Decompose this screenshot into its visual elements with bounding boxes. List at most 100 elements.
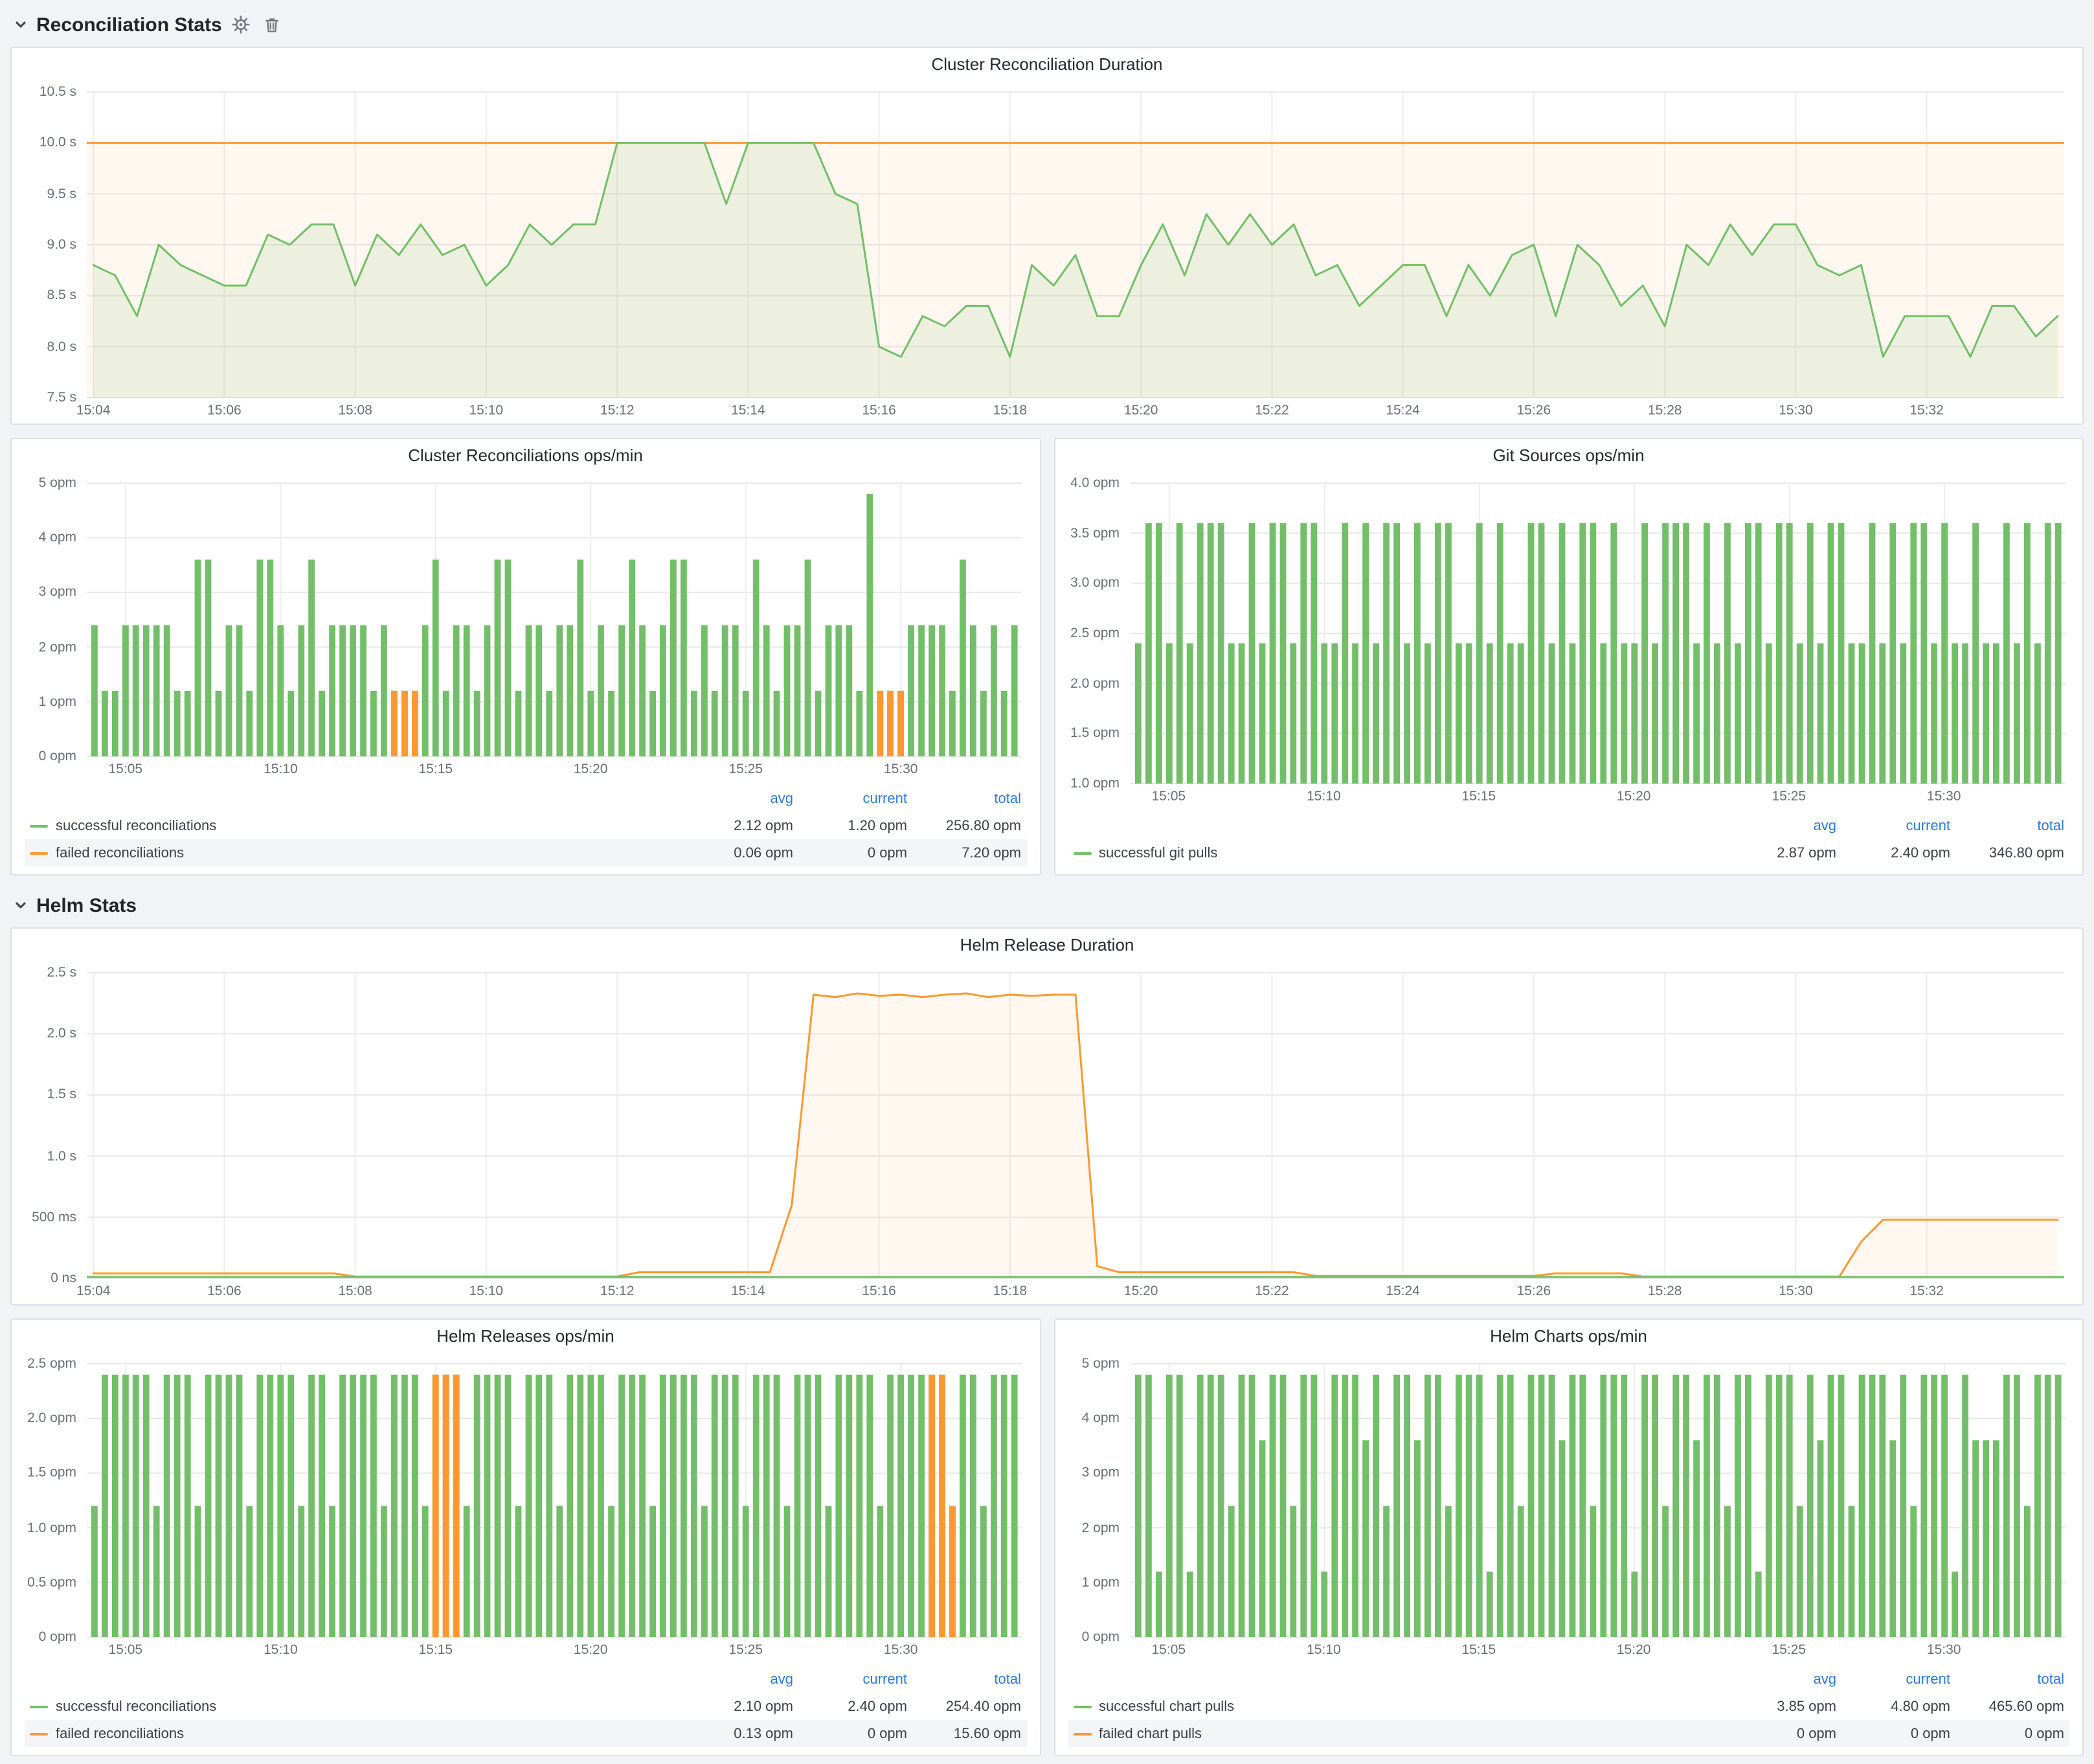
legend-column-current[interactable]: current xyxy=(1836,1671,1950,1687)
dashboard-page: Reconciliation Stats Cluster Reconciliat… xyxy=(0,0,2094,1764)
legend-row: successful reconciliations2.12 opm1.20 o… xyxy=(25,812,1026,839)
series-color-dash xyxy=(1073,1705,1091,1708)
y-axis-tick-label: 4 opm xyxy=(1060,1410,1120,1426)
panel-title-helm-release-duration[interactable]: Helm Release Duration xyxy=(12,929,2082,962)
legend-column-current[interactable]: current xyxy=(793,1671,907,1687)
y-axis-tick-label: 0 opm xyxy=(17,749,76,764)
x-axis-tick-label: 15:20 xyxy=(559,762,622,777)
panel-title-helm-releases-opm[interactable]: Helm Releases ops/min xyxy=(12,1320,1039,1353)
x-axis-tick-label: 15:15 xyxy=(1448,1642,1510,1658)
chart-canvas[interactable] xyxy=(1060,473,2078,809)
panel-title-helm-charts-opm[interactable]: Helm Charts ops/min xyxy=(1055,1320,2082,1353)
x-axis-tick-label: 15:06 xyxy=(193,403,255,418)
legend-stat-value: 2.40 opm xyxy=(793,1699,907,1714)
x-axis-tick-label: 15:30 xyxy=(1913,789,1975,804)
legend-column-total[interactable]: total xyxy=(907,1671,1021,1687)
legend-column-total[interactable]: total xyxy=(1950,818,2064,833)
chevron-down-icon[interactable] xyxy=(13,898,28,913)
legend-series-label[interactable]: successful reconciliations xyxy=(30,818,679,833)
chart-helm-charts-opm[interactable]: 0 opm1 opm2 opm3 opm4 opm5 opm15:0515:10… xyxy=(1060,1353,2077,1663)
x-axis-tick-label: 15:26 xyxy=(1503,1283,1565,1299)
x-axis-tick-label: 15:26 xyxy=(1503,403,1565,418)
x-axis-tick-label: 15:08 xyxy=(324,1283,387,1299)
legend-series-label[interactable]: successful chart pulls xyxy=(1073,1699,1722,1714)
legend-series-label[interactable]: failed reconciliations xyxy=(30,1726,679,1741)
chart-canvas[interactable] xyxy=(1060,1353,2078,1663)
legend-stat-value: 15.60 opm xyxy=(907,1726,1021,1741)
legend-column-avg[interactable]: avg xyxy=(679,791,793,806)
x-axis-tick-label: 15:28 xyxy=(1634,1283,1696,1299)
x-axis-tick-label: 15:04 xyxy=(62,1283,124,1299)
x-axis-tick-label: 15:06 xyxy=(193,1283,255,1299)
chart-canvas[interactable] xyxy=(17,962,2077,1304)
legend-row: successful reconciliations2.10 opm2.40 o… xyxy=(25,1693,1026,1720)
panel-cluster-reconciliation-duration: Cluster Reconciliation Duration 7.5 s8.0… xyxy=(10,47,2084,425)
section-title: Reconciliation Stats xyxy=(36,14,222,36)
legend-stat-value: 7.20 opm xyxy=(907,845,1021,861)
x-axis-tick-label: 15:05 xyxy=(95,762,157,777)
chevron-down-icon[interactable] xyxy=(13,17,28,32)
legend-series-label[interactable]: failed chart pulls xyxy=(1073,1726,1722,1741)
y-axis-tick-label: 1.0 opm xyxy=(17,1520,76,1535)
panel-title-cluster-reconciliation-duration[interactable]: Cluster Reconciliation Duration xyxy=(12,48,2082,82)
x-axis-tick-label: 15:20 xyxy=(1603,789,1665,804)
chart-canvas[interactable] xyxy=(17,473,1035,782)
y-axis-tick-label: 2 opm xyxy=(1060,1520,1120,1535)
x-axis-tick-label: 15:24 xyxy=(1372,1283,1434,1299)
x-axis-tick-label: 15:05 xyxy=(1138,789,1200,804)
legend-series-label[interactable]: failed reconciliations xyxy=(30,845,679,861)
y-axis-tick-label: 1 opm xyxy=(1060,1575,1120,1590)
x-axis-tick-label: 15:30 xyxy=(1913,1642,1975,1658)
legend-row: successful chart pulls3.85 opm4.80 opm46… xyxy=(1068,1693,2069,1720)
legend-git-sources: avgcurrenttotal successful git pulls2.87 … xyxy=(1055,809,2082,874)
chart-helm-release-duration[interactable]: 0 ns500 ms1.0 s1.5 s2.0 s2.5 s15:0415:06… xyxy=(17,962,2077,1304)
legend-column-total[interactable]: total xyxy=(1950,1671,2064,1687)
y-axis-tick-label: 2 opm xyxy=(17,639,76,655)
chart-cluster-reconciliation-duration[interactable]: 7.5 s8.0 s8.5 s9.0 s9.5 s10.0 s10.5 s15:… xyxy=(17,82,2077,424)
y-axis-tick-label: 8.0 s xyxy=(17,339,76,354)
legend-column-current[interactable]: current xyxy=(1836,818,1950,833)
gear-icon[interactable] xyxy=(230,13,253,36)
x-axis-tick-label: 15:05 xyxy=(95,1642,157,1658)
y-axis-tick-label: 5 opm xyxy=(1060,1356,1120,1372)
x-axis-tick-label: 15:22 xyxy=(1241,403,1303,418)
panel-title-git-sources-opm[interactable]: Git Sources ops/min xyxy=(1055,439,2082,473)
chart-canvas[interactable] xyxy=(17,1353,1035,1663)
legend-column-avg[interactable]: avg xyxy=(1722,818,1836,833)
legend-series-label[interactable]: successful reconciliations xyxy=(30,1699,679,1714)
legend-column-total[interactable]: total xyxy=(907,791,1021,806)
y-axis-tick-label: 9.5 s xyxy=(17,186,76,201)
legend-stat-value: 2.87 opm xyxy=(1722,845,1836,861)
legend-stat-value: 0 opm xyxy=(793,845,907,861)
panel-title-cluster-reconciliations-opm[interactable]: Cluster Reconciliations ops/min xyxy=(12,439,1039,473)
y-axis-tick-label: 0 opm xyxy=(17,1629,76,1645)
panel-cluster-reconciliations-opm: Cluster Reconciliations ops/min 0 opm1 o… xyxy=(10,438,1041,876)
y-axis-tick-label: 2.5 opm xyxy=(17,1356,76,1372)
series-color-dash xyxy=(30,1732,48,1735)
y-axis-tick-label: 4 opm xyxy=(17,530,76,545)
x-axis-tick-label: 15:12 xyxy=(586,1283,648,1299)
legend-series-label[interactable]: successful git pulls xyxy=(1073,845,1722,861)
series-color-dash xyxy=(30,1705,48,1708)
y-axis-tick-label: 0 opm xyxy=(1060,1629,1120,1645)
legend-column-current[interactable]: current xyxy=(793,791,907,806)
y-axis-tick-label: 500 ms xyxy=(17,1210,76,1225)
legend-column-avg[interactable]: avg xyxy=(1722,1671,1836,1687)
chart-cluster-reconciliations-opm[interactable]: 0 opm1 opm2 opm3 opm4 opm5 opm15:0515:10… xyxy=(17,473,1034,782)
panel-git-sources-opm: Git Sources ops/min 1.0 opm1.5 opm2.0 op… xyxy=(1053,438,2084,876)
x-axis-tick-label: 15:30 xyxy=(870,762,932,777)
section-header-helm-stats[interactable]: Helm Stats xyxy=(13,888,2084,922)
y-axis-tick-label: 1.5 s xyxy=(17,1087,76,1103)
chart-canvas[interactable] xyxy=(17,82,2077,424)
y-axis-tick-label: 3.0 opm xyxy=(1060,576,1120,591)
legend-header-row: avgcurrenttotal xyxy=(1068,812,2069,839)
chart-helm-releases-opm[interactable]: 0 opm0.5 opm1.0 opm1.5 opm2.0 opm2.5 opm… xyxy=(17,1353,1034,1663)
legend-column-avg[interactable]: avg xyxy=(679,1671,793,1687)
chart-git-sources-opm[interactable]: 1.0 opm1.5 opm2.0 opm2.5 opm3.0 opm3.5 o… xyxy=(1060,473,2077,809)
section-header-reconciliation-stats[interactable]: Reconciliation Stats xyxy=(13,8,2084,41)
trash-icon[interactable] xyxy=(261,13,284,36)
y-axis-tick-label: 2.0 opm xyxy=(1060,675,1120,691)
y-axis-tick-label: 4.0 opm xyxy=(1060,475,1120,491)
x-axis-tick-label: 15:25 xyxy=(715,1642,777,1658)
x-axis-tick-label: 15:25 xyxy=(715,762,777,777)
